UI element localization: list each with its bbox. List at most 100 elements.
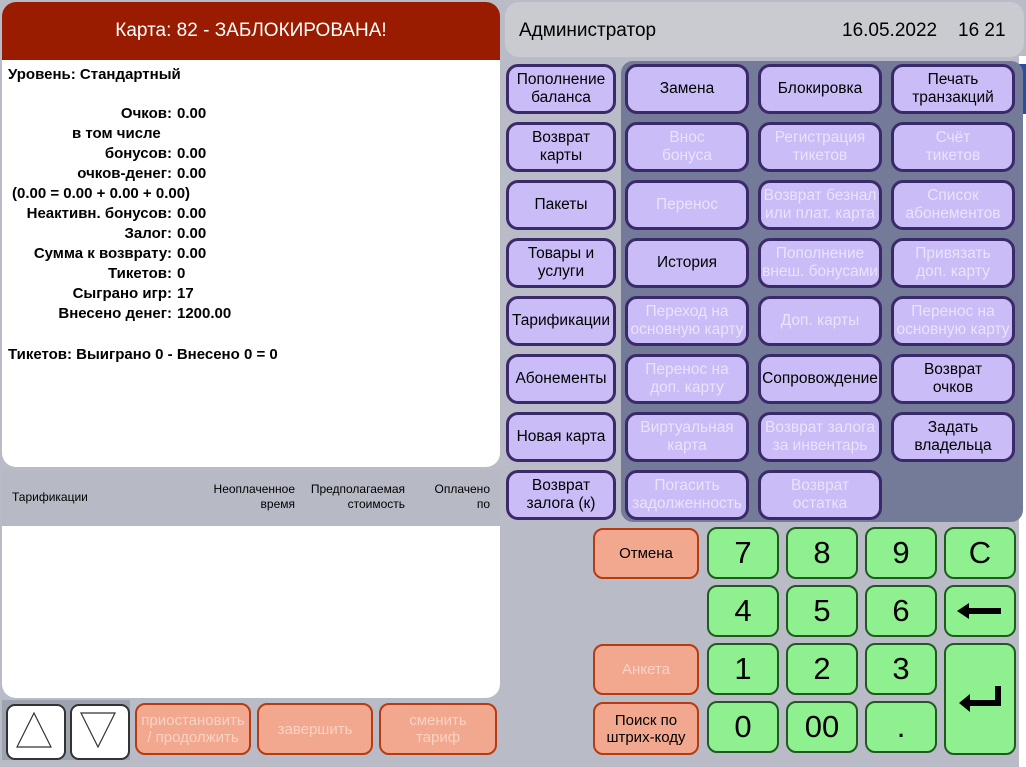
card-level: Уровень: Стандартный	[8, 66, 181, 83]
button-line: Регистрация	[774, 129, 866, 146]
go-to-main-card-button[interactable]: Переход на основную карту	[625, 296, 749, 346]
virtual-card-button[interactable]: Виртуальная карта	[625, 412, 749, 462]
key-clear[interactable]: C	[944, 527, 1016, 579]
button-line: тикетов	[925, 147, 981, 164]
barcode-line2: штрих-коду	[606, 728, 686, 746]
button-line: Пополнение	[516, 71, 606, 88]
stat-value: 0	[177, 265, 186, 282]
key-2[interactable]: 2	[786, 643, 858, 695]
button-line: внеш. бонусами	[762, 263, 878, 280]
column-unpaid-line1: Неоплаченное	[213, 482, 295, 496]
column-cost-line1: Предполагаемая	[310, 482, 405, 496]
stat-label: Очков:	[120, 105, 172, 122]
key-enter[interactable]	[944, 643, 1016, 755]
key-3[interactable]: 3	[865, 643, 937, 695]
key-5[interactable]: 5	[786, 585, 858, 637]
top-up-balance-button[interactable]: Пополнение баланса	[506, 64, 616, 114]
key-9[interactable]: 9	[865, 527, 937, 579]
register-tickets-button[interactable]: Регистрация тикетов	[758, 122, 882, 172]
button-line: Внос	[669, 129, 705, 146]
button-line: доп. карту	[650, 379, 724, 396]
button-line: Переход на	[645, 303, 729, 320]
pause-line1: приостановить	[141, 712, 245, 729]
pause-line2: / продолжить	[147, 729, 239, 746]
subscriptions-button[interactable]: Абонементы	[506, 354, 616, 404]
button-line: задолженность	[632, 495, 742, 512]
transfer-button[interactable]: Перенос	[625, 180, 749, 230]
triangle-up-icon	[16, 711, 52, 748]
button-line: Возврат безнал	[763, 187, 877, 204]
cashless-refund-button[interactable]: Возврат безнал или плат. карта	[758, 180, 882, 230]
finish-button[interactable]: завершить	[257, 703, 373, 755]
change-tariff-button[interactable]: сменить тариф	[379, 703, 497, 755]
transfer-to-main-card-button[interactable]: Перенос на основную карту	[891, 296, 1015, 346]
card-status-header: Карта: 82 - ЗАБЛОКИРОВАНА!	[2, 2, 500, 60]
scroll-buttons	[2, 700, 130, 760]
return-card-button[interactable]: Возврат карты	[506, 122, 616, 172]
key-decimal[interactable]: .	[865, 701, 937, 753]
return-deposit-button[interactable]: Возврат залога (к)	[506, 470, 616, 520]
stat-value: 0.00	[177, 165, 207, 182]
key-8[interactable]: 8	[786, 527, 858, 579]
button-line: Возврат залога	[765, 419, 875, 436]
stat-money-points: очков-денег: 0.00	[2, 164, 500, 184]
goods-services-button[interactable]: Товары и услуги	[506, 238, 616, 288]
key-7[interactable]: 7	[707, 527, 779, 579]
packages-button[interactable]: Пакеты	[506, 180, 616, 230]
tariffs-button[interactable]: Тарификации	[506, 296, 616, 346]
stat-games-played: Сыграно игр: 17	[2, 284, 500, 304]
history-button[interactable]: История	[625, 238, 749, 288]
stat-bonuses: бонусов: 0.00	[2, 144, 500, 164]
enter-arrow-icon	[959, 686, 1001, 712]
key-6[interactable]: 6	[865, 585, 937, 637]
button-line: Товары и	[527, 245, 595, 262]
button-line: абонементов	[905, 205, 1001, 222]
tariffs-table: Тарификации Неоплаченное время Предполаг…	[2, 470, 500, 698]
set-owner-button[interactable]: Задать владельца	[891, 412, 1015, 462]
key-1[interactable]: 1	[707, 643, 779, 695]
stat-deposit: Залог: 0.00	[2, 224, 500, 244]
new-card-button[interactable]: Новая карта	[506, 412, 616, 462]
count-tickets-button[interactable]: Счёт тикетов	[891, 122, 1015, 172]
column-cost-line2: стоимость	[347, 497, 405, 511]
stat-label: Внесено денег:	[58, 305, 172, 322]
barcode-search-button[interactable]: Поиск по штрих-коду	[593, 702, 699, 755]
pay-debt-button[interactable]: Погасить задолженность	[625, 470, 749, 520]
column-paid-until: Оплачено по	[412, 482, 490, 512]
key-4[interactable]: 4	[707, 585, 779, 637]
escort-button[interactable]: Сопровождение	[758, 354, 882, 404]
column-paid-line1: Оплачено	[434, 482, 490, 496]
scroll-up-button[interactable]	[6, 704, 66, 760]
button-line: карты	[539, 147, 583, 164]
return-points-button[interactable]: Возврат очков	[891, 354, 1015, 404]
extra-cards-button[interactable]: Доп. карты	[758, 296, 882, 346]
triangle-down-icon	[80, 712, 116, 749]
stat-label: очков-денег:	[77, 165, 172, 182]
subscription-list-button[interactable]: Список абонементов	[891, 180, 1015, 230]
add-bonus-button[interactable]: Внос бонуса	[625, 122, 749, 172]
stat-inactive-bonuses: Неактивн. бонусов: 0.00	[2, 204, 500, 224]
button-line: Печать	[927, 71, 979, 88]
questionnaire-button[interactable]: Анкета	[593, 644, 699, 695]
key-backspace[interactable]	[944, 585, 1016, 637]
stat-tickets: Тикетов: 0	[2, 264, 500, 284]
cancel-button[interactable]: Отмена	[593, 528, 699, 579]
key-00[interactable]: 00	[786, 701, 858, 753]
link-extra-card-button[interactable]: Привязать доп. карту	[891, 238, 1015, 288]
change-line2: тариф	[415, 729, 461, 746]
block-card-button[interactable]: Блокировка	[758, 64, 882, 114]
scroll-down-button[interactable]	[70, 704, 130, 760]
transfer-to-extra-card-button[interactable]: Перенос на доп. карту	[625, 354, 749, 404]
button-line: Задать	[927, 419, 979, 436]
button-line: залога (к)	[526, 495, 596, 512]
replace-card-button[interactable]: Замена	[625, 64, 749, 114]
pause-resume-button[interactable]: приостановить / продолжить	[135, 703, 251, 755]
column-unpaid-line2: время	[260, 497, 295, 511]
key-0[interactable]: 0	[707, 701, 779, 753]
external-bonus-topup-button[interactable]: Пополнение внеш. бонусами	[758, 238, 882, 288]
print-transactions-button[interactable]: Печать транзакций	[891, 64, 1015, 114]
return-inventory-deposit-button[interactable]: Возврат залога за инвентарь	[758, 412, 882, 462]
tickets-summary: Тикетов: Выиграно 0 - Внесено 0 = 0	[8, 346, 278, 363]
return-balance-button[interactable]: Возврат остатка	[758, 470, 882, 520]
current-time: 16 21	[958, 20, 1006, 41]
